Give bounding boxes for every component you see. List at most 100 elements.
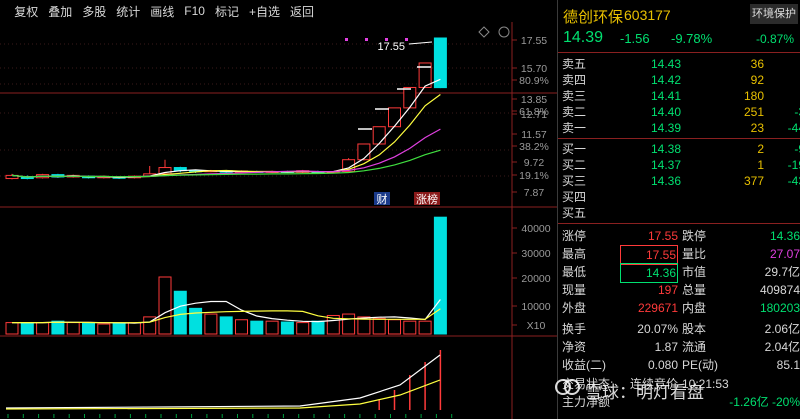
order-vol: 377 [743,174,764,188]
volume-bar [5,322,19,335]
quote-panel: 德创环保 603177 环境保护 14.39 -1.56 -9.78% -0.8… [557,0,800,419]
divider [558,52,800,53]
volume-bar [372,317,386,335]
order-label: 卖二 [562,105,587,119]
volume-bar [403,320,417,335]
order-chg: -9 [794,142,800,156]
order-vol: 251 [743,105,764,119]
candle-body [372,126,386,145]
price-axis-label: 12.71 [521,109,547,121]
order-label: 卖五 [562,57,587,71]
stats-row: 净资 1.87 流通 2.04亿 [558,338,800,356]
volume-bar [36,322,50,335]
stat-v2: 14.36 [769,229,800,243]
stat-v1: 0.080 [647,358,678,372]
order-price: 14.38 [651,142,682,156]
stat-v2: 85.1 [776,358,800,372]
chart-toolbar: 复权 叠加 多股 统计 画线 F10 标记 +自选 返回 [4,0,314,22]
toolbar-item[interactable]: 返回 [290,3,314,20]
volume-bar [66,322,80,335]
stat-l1: 最高 [562,247,587,261]
kline-chart[interactable]: 17.55 15.70 80.9% 13.85 61.8% 12.71 11.57 38.2%… [0,0,557,419]
toolbar-item[interactable]: 复权 [14,3,38,20]
volume-bar [51,320,65,335]
stats-row: 外盘 229671 内盘 180203 [558,299,800,317]
stat-v2: 2.06亿 [764,322,800,336]
stock-name: 德创环保 [563,9,624,26]
order-price: 14.43 [651,57,682,71]
stat-l2: 股本 [682,322,707,336]
stat-l2: 市值 [682,265,707,279]
order-label: 买二 [562,158,587,172]
toolbar-item[interactable]: 叠加 [48,3,72,20]
sector-tag[interactable]: 环境保护 [750,4,798,24]
diamond-icon [478,26,490,38]
volume-bar [311,320,325,335]
toolbar-item[interactable]: +自选 [249,3,280,20]
bid-row[interactable]: 买一 14.38 2 -9 [558,141,800,157]
bid-row[interactable]: 买二 14.37 1 -19 [558,157,800,173]
volume-axis-label: 40000 [521,223,550,235]
stat-l2: 跌停 [682,229,707,243]
stat-l2: 内盘 [682,301,707,315]
ask-row[interactable]: 卖三 14.41 180 [558,88,800,104]
toolbar-item[interactable]: F10 [184,4,205,18]
volume-bar [388,319,401,335]
order-price: 14.40 [651,105,682,119]
price-axis-label: 17.55 [521,35,547,47]
volume-axis-label: 30000 [521,248,550,260]
order-chg: -19 [787,158,800,172]
volume-bar [82,322,95,335]
order-vol: 92 [750,73,764,87]
toolbar-item[interactable]: 统计 [116,3,140,20]
volume-axis-label: 10000 [521,301,550,313]
order-vol: 2 [757,142,764,156]
kline-svg[interactable]: 17.5515.7080.9%13.8561.8%12.7111.5738.2%… [0,0,557,419]
volume-bar [112,322,126,335]
ask-row[interactable]: 卖一 14.39 23 -44 [558,120,800,136]
toolbar-item[interactable]: 多股 [82,3,106,20]
volume-bar [219,316,233,335]
bid-row[interactable]: 买三 14.36 377 -43 [558,173,800,189]
stat-l2: 总量 [682,283,707,297]
stat-v2: -1.26亿 -20% [729,395,800,409]
financial-badge-text: 财 [377,192,388,206]
snowball-logo-icon [555,379,580,395]
stat-l1: 换手 [562,322,587,336]
ask-row[interactable]: 卖五 14.43 36 [558,56,800,72]
volume-bar [97,323,111,335]
order-label: 买三 [562,174,587,188]
price-axis-label: 7.87 [524,187,545,199]
stock-code: 603177 [624,7,671,23]
order-chg: -3 [794,105,800,119]
price-axis-label: 13.85 [521,94,547,106]
candle-body [403,86,417,109]
bid-row[interactable]: 买五 [558,205,800,221]
order-label: 卖四 [562,73,587,87]
bid-row[interactable]: 买四 [558,189,800,205]
last-price: 14.39 [563,29,604,46]
stat-l2: 量比 [682,247,707,261]
stats-row: 收益(二) 0.080 PE(动) 85.1 [558,356,800,374]
stats-row: 换手 20.07% 股本 2.06亿 [558,320,800,338]
toolbar-item[interactable]: 标记 [215,3,239,20]
sector-change-pct: -0.87% [755,32,794,46]
candle-body [388,107,401,128]
price-axis-label: 11.57 [521,129,547,141]
price-axis-label: 80.9% [519,75,549,87]
indicator-line-yellow [5,379,441,410]
volume-bar [250,320,264,335]
order-price: 14.39 [651,121,682,135]
volume-bar [127,322,141,335]
volume-bar [204,313,218,335]
order-label: 买五 [562,206,587,220]
ask-row[interactable]: 卖二 14.40 251 -3 [558,104,800,120]
signal-dot [405,38,408,41]
ask-row[interactable]: 卖四 14.42 92 [558,72,800,88]
order-label: 买四 [562,190,587,204]
stat-v1: 14.36 [620,263,678,283]
volume-bar [173,290,187,335]
toolbar-item[interactable]: 画线 [150,3,174,20]
order-vol: 36 [750,57,764,71]
price-change-pct: -9.78% [671,31,713,46]
